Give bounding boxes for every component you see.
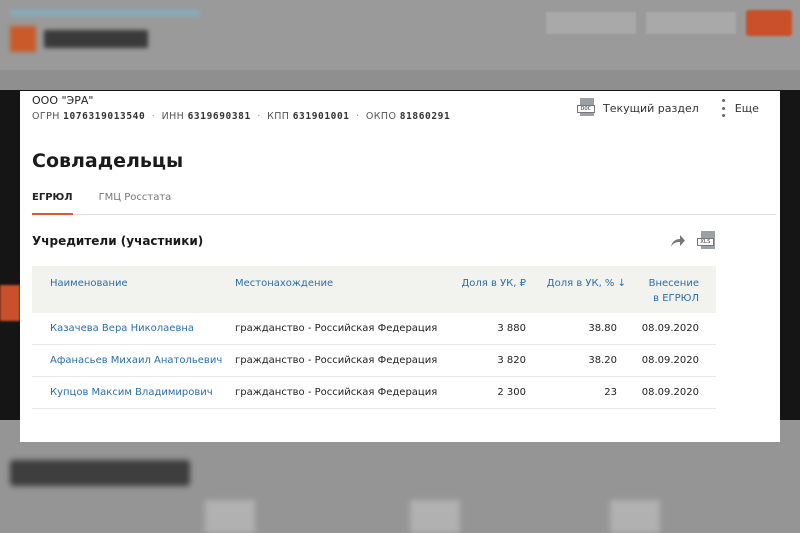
header-date[interactable]: Внесение в ЕГРЮЛ [626, 276, 699, 306]
ogrn-label: ОГРН [32, 111, 60, 122]
owner-name-link[interactable]: Купцов Максим Владимирович [50, 387, 213, 398]
page-title: Совладельцы [32, 150, 184, 172]
id-separator: · [356, 111, 360, 122]
background-logo [10, 26, 150, 52]
tab-gmc-rosstat[interactable]: ГМЦ Росстата [99, 192, 172, 215]
tab-egrul[interactable]: ЕГРЮЛ [32, 192, 73, 215]
owner-name-link[interactable]: Афанасьев Михаил Анатольевич [50, 355, 222, 366]
more-label: Еще [734, 101, 759, 115]
owner-location: гражданство - Российская Федерация [235, 355, 438, 366]
background-field [546, 12, 636, 34]
company-identifiers: ОГРН 1076319013540 · ИНН 6319690381 · КП… [32, 111, 450, 122]
ogrn-value: 1076319013540 [63, 111, 146, 122]
header-actions: DOC Текущий раздел Еще [577, 97, 759, 119]
table-row: Казачева Вера Николаевна гражданство - Р… [32, 313, 716, 345]
header-name[interactable]: Наименование [50, 276, 128, 291]
header-date-line1: Внесение [648, 278, 699, 289]
background-icon [410, 500, 460, 533]
owner-share-rub: 2 300 [497, 387, 526, 398]
background-icon [205, 500, 255, 533]
current-section-button[interactable]: DOC Текущий раздел [577, 98, 699, 118]
inn-label: ИНН [161, 111, 185, 122]
owners-table: Наименование Местонахождение Доля в УК, … [32, 266, 716, 409]
owner-share-pct: 38.20 [588, 355, 617, 366]
kpp-label: КПП [267, 111, 290, 122]
kpp-value: 631901001 [292, 111, 350, 122]
owner-share-rub: 3 820 [497, 355, 526, 366]
background-heading [10, 460, 190, 486]
xls-icon[interactable]: XLS [697, 231, 717, 251]
header-share-rub[interactable]: Доля в УК, ₽ [426, 276, 526, 291]
background-strip [10, 10, 200, 16]
header-location[interactable]: Местонахождение [235, 276, 333, 291]
table-header: Наименование Местонахождение Доля в УК, … [32, 266, 716, 313]
background-icon [610, 500, 660, 533]
share-arrow-icon[interactable] [670, 234, 686, 248]
owner-date: 08.09.2020 [641, 387, 699, 398]
current-section-label: Текущий раздел [603, 101, 699, 115]
company-name: ООО "ЭРА" [32, 94, 94, 107]
header-share-pct[interactable]: Доля в УК, % ↓ [526, 276, 626, 291]
owner-share-pct: 23 [604, 387, 617, 398]
header-date-line2: в ЕГРЮЛ [653, 293, 699, 304]
owner-location: гражданство - Российская Федерация [235, 323, 438, 334]
inn-value: 6319690381 [187, 111, 251, 122]
owner-date: 08.09.2020 [641, 355, 699, 366]
tabs: ЕГРЮЛ ГМЦ Росстата [32, 192, 776, 215]
owner-share-pct: 38.80 [588, 323, 617, 334]
doc-icon: DOC [577, 98, 595, 118]
owner-date: 08.09.2020 [641, 323, 699, 334]
owner-location: гражданство - Российская Федерация [235, 387, 438, 398]
section-title: Учредители (участники) [32, 234, 204, 248]
okpo-value: 81860291 [399, 111, 451, 122]
background-field [646, 12, 736, 34]
background-accent [0, 285, 20, 321]
id-separator: · [257, 111, 261, 122]
okpo-label: ОКПО [365, 111, 397, 122]
table-row: Купцов Максим Владимирович гражданство -… [32, 377, 716, 409]
table-row: Афанасьев Михаил Анатольевич гражданство… [32, 345, 716, 377]
owner-share-rub: 3 880 [497, 323, 526, 334]
more-button[interactable]: Еще [699, 99, 759, 117]
owner-name-link[interactable]: Казачева Вера Николаевна [50, 323, 194, 334]
id-separator: · [151, 111, 156, 122]
more-vertical-icon [721, 99, 727, 117]
background-button [746, 10, 792, 36]
owners-panel: ООО "ЭРА" ОГРН 1076319013540 · ИНН 63196… [20, 91, 780, 442]
